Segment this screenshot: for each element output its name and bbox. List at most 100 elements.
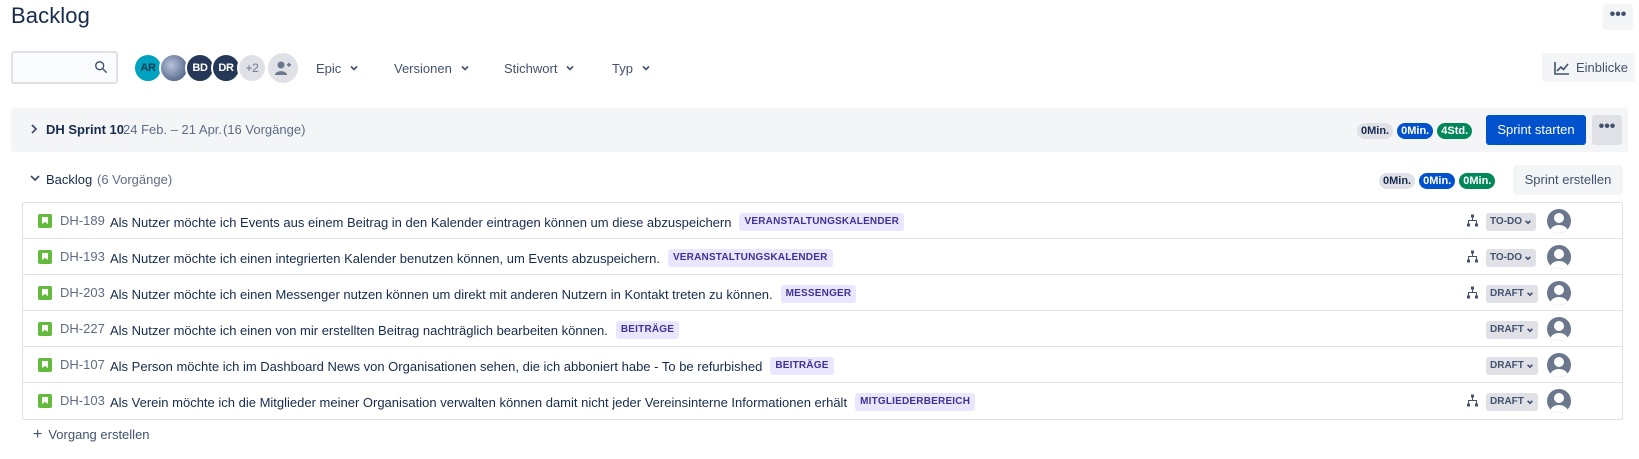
chevron-down-icon: [1526, 292, 1533, 297]
status-dropdown[interactable]: DRAFT: [1486, 321, 1538, 339]
chevron-down-icon: [350, 65, 358, 71]
issue-summary[interactable]: Als Person möchte ich im Dashboard News …: [110, 359, 762, 374]
backlog-issue-count: (6 Vorgänge): [97, 172, 173, 187]
status-dropdown[interactable]: DRAFT: [1486, 393, 1538, 411]
issue-list: DH-189 Als Nutzer möchte ich Events aus …: [22, 202, 1623, 420]
issue-key[interactable]: DH-203: [60, 285, 105, 300]
chevron-down-icon: [1525, 220, 1532, 225]
issue-row[interactable]: DH-203 Als Nutzer möchte ich einen Messe…: [23, 275, 1622, 311]
epic-badge: BEITRÄGE: [770, 357, 834, 375]
epic-badge: MESSENGER: [780, 285, 857, 303]
epic-badge: VERANSTALTUNGSKALENDER: [667, 249, 833, 267]
search-icon: [95, 61, 107, 73]
issue-row[interactable]: DH-107 Als Person möchte ich im Dashboar…: [23, 347, 1622, 383]
issue-key[interactable]: DH-107: [60, 357, 105, 372]
unassigned-avatar-icon[interactable]: [1547, 317, 1571, 341]
add-people-icon: [275, 61, 291, 75]
page-title: Backlog: [11, 3, 90, 28]
issue-key[interactable]: DH-227: [60, 321, 105, 336]
unassigned-avatar-icon[interactable]: [1547, 281, 1571, 305]
sprint-more-button[interactable]: •••: [1592, 115, 1622, 145]
story-icon: [38, 322, 52, 336]
epic-badge: VERANSTALTUNGSKALENDER: [739, 213, 905, 231]
status-dropdown[interactable]: TO-DO: [1486, 213, 1537, 231]
filter-epic-label: Epic: [316, 60, 342, 76]
unassigned-avatar-icon[interactable]: [1547, 389, 1571, 413]
status-label: DRAFT: [1490, 288, 1524, 299]
sprint-dates: 24 Feb. – 21 Apr.: [123, 122, 223, 137]
issue-key[interactable]: DH-193: [60, 249, 105, 264]
chevron-down-icon: [1526, 364, 1533, 369]
issue-summary-wrap: Als Nutzer möchte ich einen Messenger nu…: [110, 285, 857, 303]
add-people-button[interactable]: [268, 53, 298, 83]
status-label: TO-DO: [1490, 252, 1523, 263]
issue-summary[interactable]: Als Verein möchte ich die Mitglieder mei…: [110, 395, 847, 410]
epic-badge: BEITRÄGE: [615, 321, 680, 339]
status-dropdown[interactable]: DRAFT: [1486, 357, 1538, 375]
status-label: DRAFT: [1490, 324, 1524, 335]
child-issues-icon: [1467, 394, 1478, 407]
sprint-issue-count: (16 Vorgänge): [223, 122, 306, 137]
story-icon: [38, 250, 52, 264]
chevron-right-icon[interactable]: [29, 123, 39, 135]
estimate-done-badge: 4Std.: [1437, 123, 1473, 139]
chevron-down-icon: [1525, 256, 1532, 261]
chevron-down-icon: [1526, 400, 1533, 405]
filter-epic[interactable]: Epic: [316, 58, 359, 78]
avatar-more[interactable]: +2: [237, 53, 267, 83]
issue-row[interactable]: DH-189 Als Nutzer möchte ich Events aus …: [23, 203, 1622, 239]
chevron-down-icon: [461, 65, 469, 71]
status-dropdown[interactable]: DRAFT: [1486, 285, 1538, 303]
issue-summary-wrap: Als Person möchte ich im Dashboard News …: [110, 357, 834, 375]
backlog-estimates: 0Min. 0Min. 0Min.: [1379, 173, 1496, 189]
unassigned-avatar-icon[interactable]: [1547, 353, 1571, 377]
issue-summary[interactable]: Als Nutzer möchte ich einen Messenger nu…: [110, 287, 773, 302]
issue-row[interactable]: DH-193 Als Nutzer möchte ich einen integ…: [23, 239, 1622, 275]
filter-versionen[interactable]: Versionen: [394, 58, 470, 78]
chevron-down-icon[interactable]: [29, 173, 41, 183]
story-icon: [38, 394, 52, 408]
start-sprint-button[interactable]: Sprint starten: [1486, 115, 1586, 145]
unassigned-avatar-icon[interactable]: [1547, 209, 1571, 233]
estimate-in-progress-badge: 0Min.: [1419, 173, 1456, 189]
insights-label: Einblicke: [1576, 60, 1629, 75]
issue-summary[interactable]: Als Nutzer möchte ich Events aus einem B…: [110, 215, 731, 230]
filter-typ[interactable]: Typ: [612, 58, 651, 78]
filter-stichwort-label: Stichwort: [504, 60, 558, 76]
issue-summary-wrap: Als Verein möchte ich die Mitglieder mei…: [110, 393, 976, 411]
status-label: DRAFT: [1490, 360, 1524, 371]
issue-key[interactable]: DH-103: [60, 393, 105, 408]
search-input[interactable]: [11, 51, 118, 84]
issue-key[interactable]: DH-189: [60, 213, 105, 228]
backlog-name: Backlog: [46, 172, 93, 187]
estimate-done-badge: 0Min.: [1459, 173, 1496, 189]
issue-row[interactable]: DH-227 Als Nutzer möchte ich einen von m…: [23, 311, 1622, 347]
chart-line-icon: [1554, 61, 1569, 75]
unassigned-avatar-icon[interactable]: [1547, 245, 1571, 269]
status-label: TO-DO: [1490, 216, 1523, 227]
story-icon: [38, 286, 52, 300]
filter-versionen-label: Versionen: [394, 60, 452, 76]
sprint-estimates: 0Min. 0Min. 4Std.: [1357, 123, 1473, 139]
create-issue-button[interactable]: + Vorgang erstellen: [33, 426, 150, 443]
child-issues-icon: [1467, 286, 1478, 299]
filter-stichwort[interactable]: Stichwort: [504, 58, 575, 78]
chevron-down-icon: [1526, 328, 1533, 333]
avatar-group: AR BD DR +2: [133, 53, 267, 83]
issue-summary[interactable]: Als Nutzer möchte ich einen integrierten…: [110, 251, 660, 266]
issue-summary[interactable]: Als Nutzer möchte ich einen von mir erst…: [110, 323, 608, 338]
status-dropdown[interactable]: TO-DO: [1486, 249, 1537, 267]
epic-badge: MITGLIEDERBEREICH: [855, 393, 976, 411]
issue-summary-wrap: Als Nutzer möchte ich Events aus einem B…: [110, 213, 905, 231]
insights-button[interactable]: Einblicke: [1542, 53, 1635, 82]
plus-icon: +: [33, 426, 43, 443]
issue-summary-wrap: Als Nutzer möchte ich einen von mir erst…: [110, 321, 680, 339]
estimate-todo-badge: 0Min.: [1357, 123, 1394, 139]
page-more-button[interactable]: •••: [1603, 4, 1633, 30]
chevron-down-icon: [642, 65, 650, 71]
child-issues-icon: [1467, 214, 1478, 227]
sprint-name[interactable]: DH Sprint 10: [46, 122, 124, 137]
story-icon: [38, 214, 52, 228]
create-sprint-button[interactable]: Sprint erstellen: [1513, 165, 1623, 195]
issue-row[interactable]: DH-103 Als Verein möchte ich die Mitglie…: [23, 383, 1622, 419]
